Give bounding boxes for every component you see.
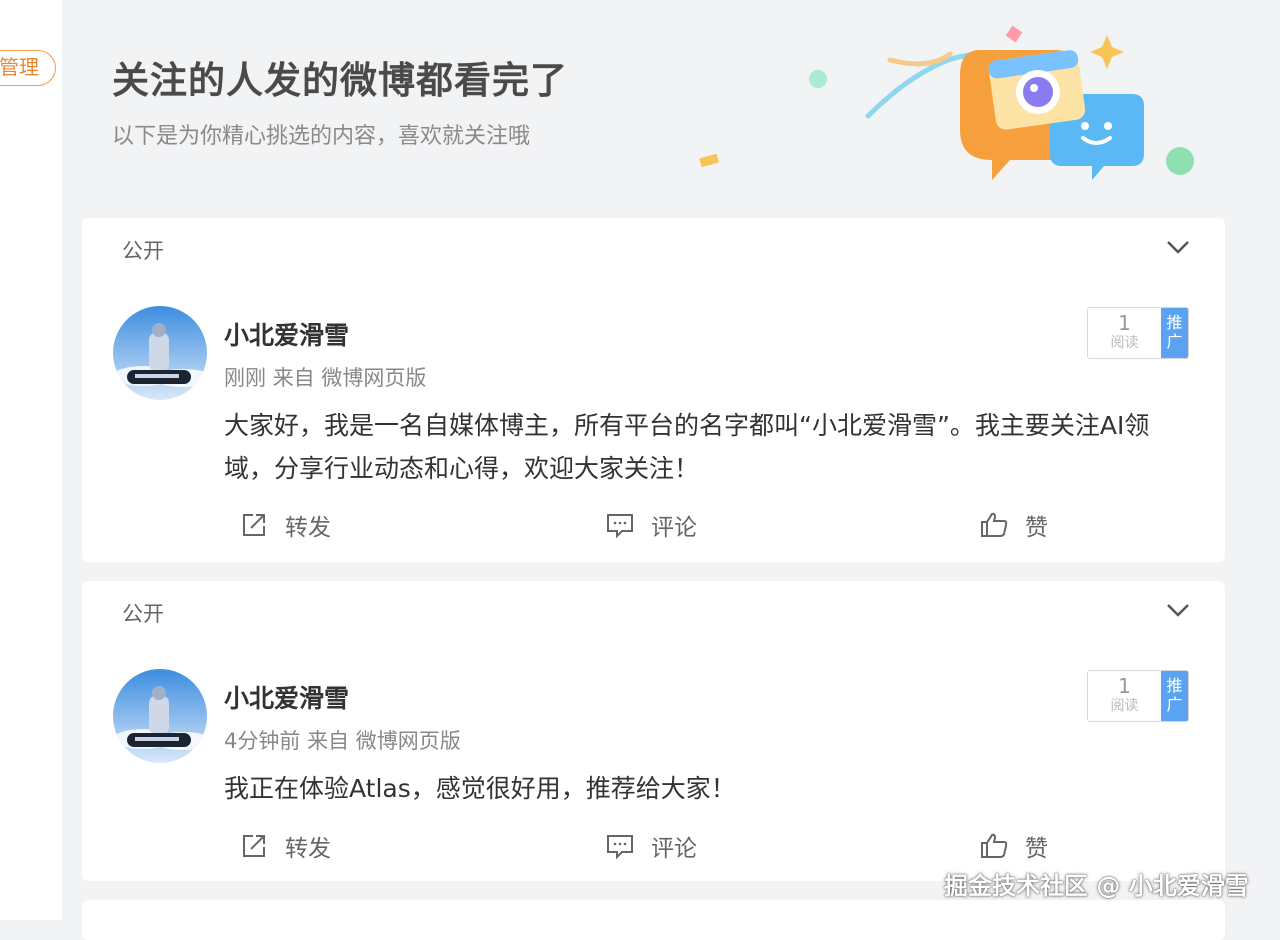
post-text: 我正在体验Atlas，感觉很好用，推荐给大家！ (224, 774, 736, 803)
comment-label: 评论 (651, 515, 697, 541)
comment-icon (607, 514, 633, 539)
post-actions: 转发 评论 赞 (82, 508, 1225, 548)
post-source: 来自 微博网页版 (272, 366, 427, 390)
post-card-partial (82, 900, 1225, 940)
read-label: 阅读 (1110, 335, 1139, 351)
watermark: 掘金技术社区 @ 小北爱滑雪 (944, 872, 1249, 900)
username[interactable]: 小北爱滑雪 (224, 679, 349, 715)
repost-label: 转发 (285, 836, 331, 862)
like-label: 赞 (1025, 836, 1048, 862)
username[interactable]: 小北爱滑雪 (224, 316, 349, 352)
left-sidebar: 管理 (0, 0, 62, 920)
repost-button[interactable]: 转发 (239, 508, 331, 542)
thumbs-up-icon (981, 833, 1008, 858)
comment-button[interactable]: 评论 (605, 508, 697, 542)
comment-label: 评论 (651, 836, 697, 862)
post-time[interactable]: 刚刚 (224, 366, 266, 390)
post-time[interactable]: 4分钟前 (224, 729, 300, 753)
post-source: 来自 微博网页版 (307, 729, 461, 753)
post-card: 公开 小北爱滑雪 刚刚 来自 微博网页版 1 阅读 推广 大家好，我是一名自媒体… (82, 218, 1225, 562)
banner-title: 关注的人发的微博都看完了 (112, 59, 568, 102)
chevron-down-icon[interactable] (1165, 601, 1191, 619)
read-label: 阅读 (1110, 698, 1139, 714)
promote-button[interactable]: 推广 (1161, 671, 1188, 721)
post-meta: 4分钟前 来自 微博网页版 (224, 725, 461, 755)
avatar[interactable] (113, 669, 207, 763)
repost-button[interactable]: 转发 (239, 829, 331, 863)
chevron-down-icon[interactable] (1165, 238, 1191, 256)
share-icon (243, 514, 265, 536)
read-count-box: 1 阅读 推广 (1087, 670, 1189, 722)
promote-button[interactable]: 推广 (1161, 308, 1188, 358)
post-meta: 刚刚 来自 微博网页版 (224, 362, 426, 392)
banner-illustration (699, 25, 1194, 180)
post-text: 大家好，我是一名自媒体博主，所有平台的名字都叫“小北爱滑雪”。我主要关注AI领域… (224, 411, 1150, 483)
like-button[interactable]: 赞 (979, 508, 1048, 542)
like-button[interactable]: 赞 (979, 829, 1048, 863)
read-count: 1 (1118, 311, 1131, 335)
read-count: 1 (1118, 674, 1131, 698)
comment-icon (607, 835, 633, 860)
repost-label: 转发 (285, 515, 331, 541)
post-card: 公开 小北爱滑雪 4分钟前 来自 微博网页版 1 阅读 推广 我正在体验Atla… (82, 581, 1225, 881)
share-icon (243, 835, 265, 857)
avatar[interactable] (113, 306, 207, 400)
visibility-label: 公开 (122, 239, 164, 263)
like-label: 赞 (1025, 515, 1048, 541)
manage-button[interactable]: 管理 (0, 50, 56, 86)
visibility-label: 公开 (122, 602, 164, 626)
thumbs-up-icon (981, 512, 1008, 537)
post-actions: 转发 评论 赞 (82, 829, 1225, 869)
comment-button[interactable]: 评论 (605, 829, 697, 863)
banner-subtitle: 以下是为你精心挑选的内容，喜欢就关注哦 (112, 124, 531, 149)
read-count-box: 1 阅读 推广 (1087, 307, 1189, 359)
